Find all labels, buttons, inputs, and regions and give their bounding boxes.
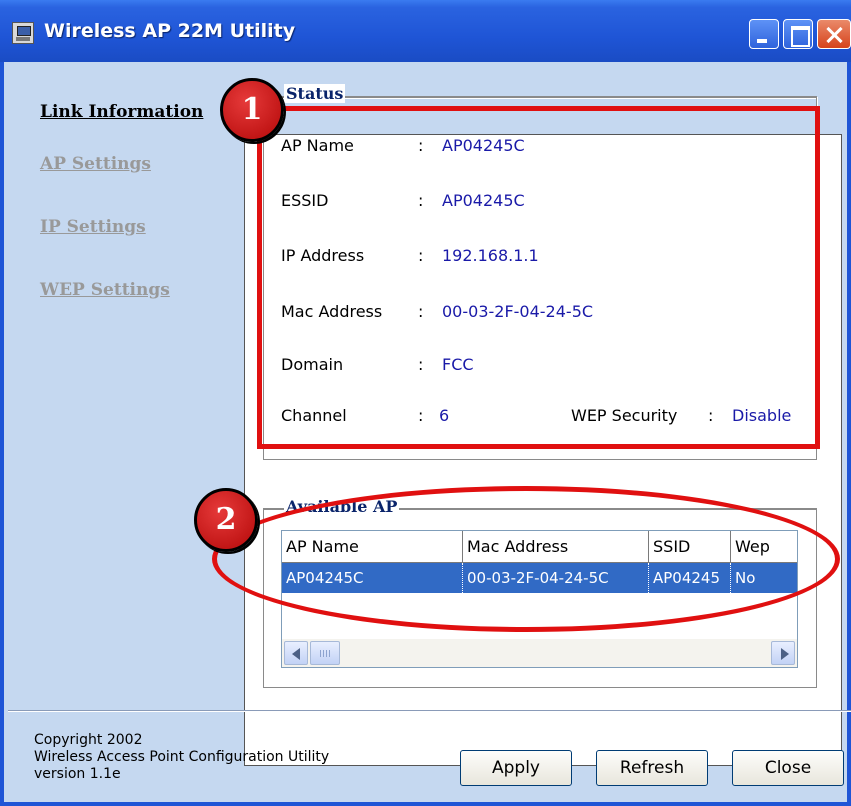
scroll-left-button[interactable] [284, 641, 308, 665]
annotation-badge-1: 1 [220, 78, 284, 142]
sidebar-item-ap-settings[interactable]: AP Settings [40, 154, 151, 174]
copyright-line-1: Copyright 2002 [34, 732, 143, 748]
maximize-button[interactable] [783, 19, 813, 49]
sidebar-item-ip-settings[interactable]: IP Settings [40, 217, 146, 237]
sidebar-item-link-information[interactable]: Link Information [40, 102, 203, 122]
annotation-badge-2: 2 [194, 488, 258, 552]
minimize-button[interactable] [749, 19, 779, 49]
footer-divider [8, 710, 851, 712]
close-button[interactable]: Close [732, 750, 844, 786]
horizontal-scrollbar[interactable] [282, 639, 797, 667]
arrow-right-icon [781, 648, 789, 660]
apply-button[interactable]: Apply [460, 750, 572, 786]
sidebar-item-wep-settings[interactable]: WEP Settings [40, 280, 170, 300]
copyright-line-2: Wireless Access Point Configuration Util… [34, 749, 330, 765]
title-bar[interactable]: Wireless AP 22M Utility [0, 0, 851, 62]
scrollbar-thumb[interactable] [310, 641, 340, 665]
scroll-right-button[interactable] [771, 641, 795, 665]
close-window-button[interactable] [817, 19, 851, 49]
app-window-icon[interactable] [12, 22, 34, 44]
copyright-line-3: version 1.1e [34, 766, 121, 782]
status-group-title: Status [284, 84, 346, 103]
refresh-button[interactable]: Refresh [596, 750, 708, 786]
annotation-highlight-box [257, 106, 820, 449]
window-title: Wireless AP 22M Utility [44, 20, 296, 42]
annotation-highlight-ellipse [212, 486, 840, 632]
arrow-left-icon [292, 648, 300, 660]
